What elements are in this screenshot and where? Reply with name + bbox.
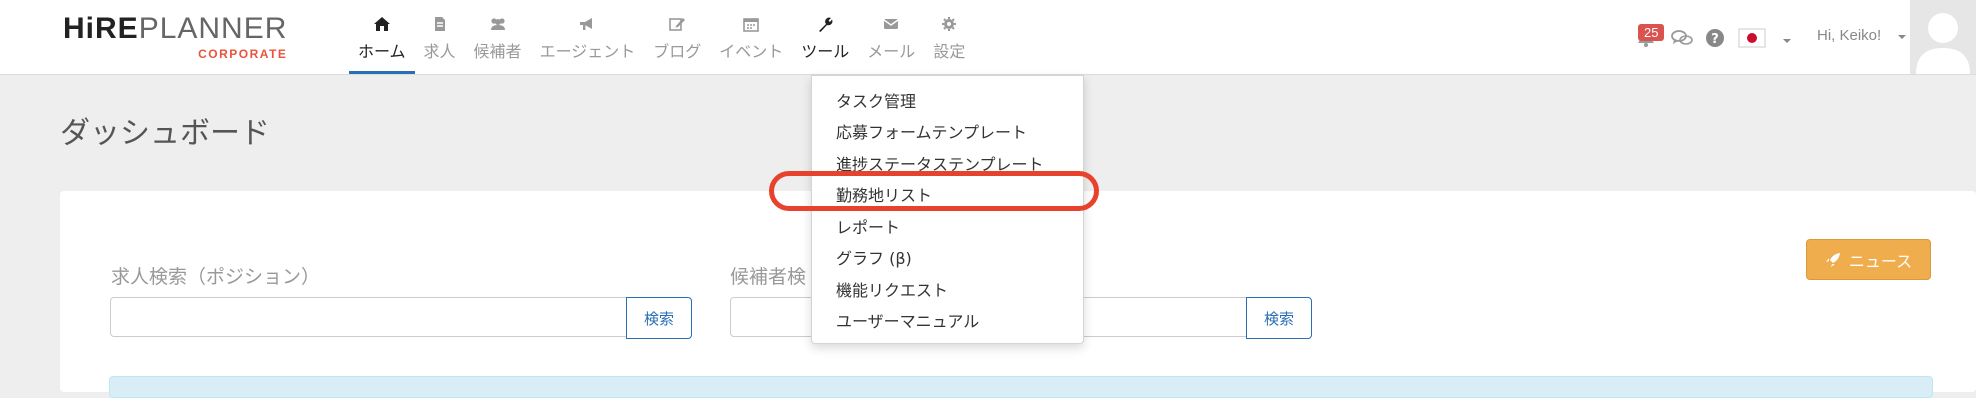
menu-item-task-management[interactable]: タスク管理 [836,88,916,112]
candidate-search-button[interactable]: 検索 [1246,297,1312,339]
gear-icon [942,17,957,31]
job-search-label: 求人検索（ポジション） [111,266,321,288]
logo-planner: PLANNER [138,12,288,45]
japan-flag-icon[interactable] [1738,27,1766,49]
nav-events[interactable]: イベント [710,0,792,74]
wrench-icon [819,17,833,32]
user-silhouette-icon [1916,13,1970,74]
nav-label: 設定 [933,42,966,61]
news-button[interactable]: ニュース [1806,239,1931,280]
nav-label: ツール [801,42,850,61]
nav-label: ブログ [653,42,702,61]
logo-corporate: CORPORATE [198,47,288,61]
nav-candidates[interactable]: 候補者 [465,0,531,74]
nav-home[interactable]: ホーム [349,0,415,74]
edit-icon [669,18,686,31]
highlight-annotation [769,171,1099,211]
nav-jobs[interactable]: 求人 [415,0,465,74]
nav-agents[interactable]: エージェント [531,0,645,74]
rocket-icon [1825,252,1840,267]
menu-item-application-form-template[interactable]: 応募フォームテンプレート [836,119,1027,143]
users-icon [490,18,505,30]
envelope-icon [883,19,899,29]
nav-label: 求人 [423,42,456,61]
avatar[interactable] [1910,0,1976,74]
logo-wordmark: HiREPLANNER [63,14,287,44]
user-greeting[interactable]: Hi, Keiko! [1817,27,1881,44]
top-navbar: HiREPLANNER CORPORATE ホーム 求人 候補者 エージェント … [0,0,1976,75]
news-button-label: ニュース [1848,251,1913,271]
menu-item-graph-beta[interactable]: グラフ (β) [836,245,912,269]
info-alert [109,376,1933,398]
chat-icon[interactable] [1670,28,1694,48]
home-icon [373,17,390,31]
job-search-button[interactable]: 検索 [626,297,692,339]
notification-badge: 25 [1638,24,1665,41]
svg-text:?: ? [1711,32,1719,47]
job-search-input[interactable] [110,297,627,337]
document-icon [434,17,445,31]
nav-label: メール [867,42,916,61]
page-title: ダッシュボード [60,116,270,151]
menu-item-feature-request[interactable]: 機能リクエスト [836,277,948,301]
nav-label: ホーム [358,42,406,61]
chevron-down-icon [1783,39,1791,43]
nav-label: 候補者 [473,42,522,61]
nav-settings[interactable]: 設定 [924,0,974,74]
megaphone-icon [580,18,593,30]
nav-label: イベント [719,42,784,61]
calendar-icon [743,18,760,32]
menu-item-user-manual[interactable]: ユーザーマニュアル [836,308,979,332]
menu-item-report[interactable]: レポート [836,214,900,238]
help-icon[interactable]: ? [1705,28,1725,48]
nav-label: エージェント [539,42,636,61]
app-logo[interactable]: HiREPLANNER CORPORATE [63,14,287,62]
nav-blog[interactable]: ブログ [644,0,710,74]
nav-mail[interactable]: メール [858,0,924,74]
candidate-search-label: 候補者検 [730,266,807,288]
nav-tools[interactable]: ツール [792,0,858,74]
chevron-down-icon [1898,35,1906,39]
logo-hire: HiRE [63,12,139,45]
main-nav: ホーム 求人 候補者 エージェント ブログ イベント ツール メール 設定 [349,0,974,74]
